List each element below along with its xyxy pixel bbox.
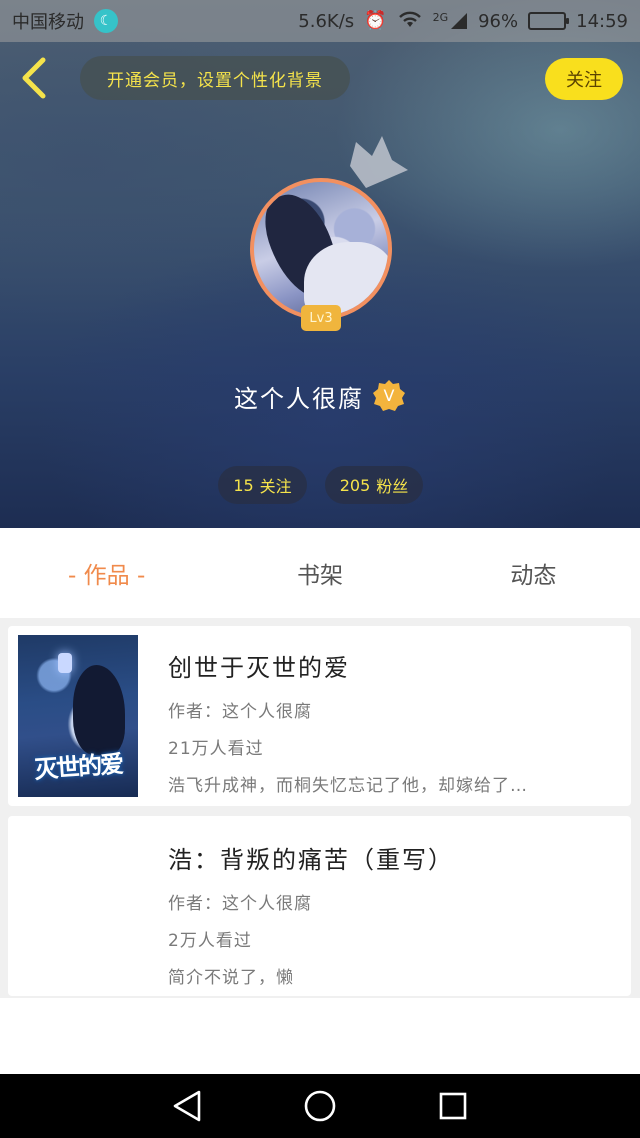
tab-bookshelf[interactable]: 书架 [213, 528, 426, 618]
tab-activity[interactable]: 动态 [427, 528, 640, 618]
avatar[interactable] [250, 178, 392, 320]
book-views: 21万人看过 [168, 739, 264, 759]
book-author: 作者：这个人很腐 [168, 894, 312, 914]
triangle-back-icon [173, 1090, 200, 1122]
book-title: 浩：背叛的痛苦（重写） [168, 846, 454, 874]
list-item[interactable]: 灭世的爱 创世于灭世的爱 作者：这个人很腐 21万人看过 浩飞升成神，而桐失忆忘… [8, 626, 631, 806]
carrier-name: 中国移动 [12, 12, 84, 33]
book-author: 作者：这个人很腐 [168, 702, 312, 722]
book-cover: 灭世的爱 [18, 635, 138, 797]
back-button[interactable] [14, 56, 54, 100]
profile-header: 中国移动 ☾ 5.6K/s ⏰ 2G 96% 14:59 开通会员，设置个性化背… [0, 0, 640, 528]
network-speed: 5.6K/s [298, 10, 355, 32]
chevron-left-icon [22, 57, 46, 99]
works-list: 灭世的爱 创世于灭世的爱 作者：这个人很腐 21万人看过 浩飞升成神，而桐失忆忘… [0, 618, 640, 998]
book-cover-title: 灭世的爱 [33, 749, 124, 785]
book-summary: 浩飞升成神，而桐失忆忘记了他，却嫁给了… [168, 776, 528, 796]
moon-icon: ☾ [94, 9, 118, 33]
vip-background-prompt[interactable]: 开通会员，设置个性化背景 [80, 56, 350, 100]
svg-text:V: V [384, 386, 395, 405]
follow-button[interactable]: 关注 [545, 58, 623, 100]
wifi-icon [397, 9, 423, 33]
fans-label: 粉丝 [376, 477, 409, 496]
square-recents-icon [440, 1092, 467, 1120]
system-nav-bar [0, 1074, 640, 1138]
network-type: 2G [432, 11, 449, 24]
clock: 14:59 [576, 10, 628, 32]
battery-icon [528, 12, 570, 30]
tab-works[interactable]: - 作品 - [0, 528, 213, 618]
circle-home-icon [304, 1090, 336, 1122]
list-item[interactable]: 浩：背叛的痛苦（重写） 作者：这个人很腐 2万人看过 简介不说了，懒 [8, 816, 631, 996]
book-title: 创世于灭世的爱 [168, 654, 350, 682]
nav-recents-button[interactable] [433, 1086, 473, 1126]
nav-back-button[interactable] [167, 1086, 207, 1126]
signal-icon: 2G [432, 11, 469, 30]
level-badge: Lv3 [301, 305, 341, 331]
fans-count-button[interactable]: 205 粉丝 [325, 466, 423, 504]
following-label: 关注 [259, 477, 292, 496]
alarm-icon: ⏰ [364, 10, 387, 31]
following-count: 15 [233, 475, 254, 495]
profile-tabs: - 作品 - 书架 动态 [0, 528, 640, 618]
username-row: 这个人很腐 V [0, 376, 640, 416]
verified-badge-icon: V [373, 380, 405, 411]
nav-home-button[interactable] [300, 1086, 340, 1126]
fans-count: 205 [339, 475, 371, 495]
following-count-button[interactable]: 15 关注 [218, 466, 307, 504]
book-cover-art [58, 653, 72, 673]
book-views: 2万人看过 [168, 931, 252, 951]
username: 这个人很腐 [234, 384, 364, 413]
book-summary: 简介不说了，懒 [168, 968, 294, 988]
book-cover-figure [73, 665, 125, 755]
battery-percent: 96% [478, 10, 519, 32]
status-bar: 中国移动 ☾ 5.6K/s ⏰ 2G 96% 14:59 [0, 0, 640, 42]
